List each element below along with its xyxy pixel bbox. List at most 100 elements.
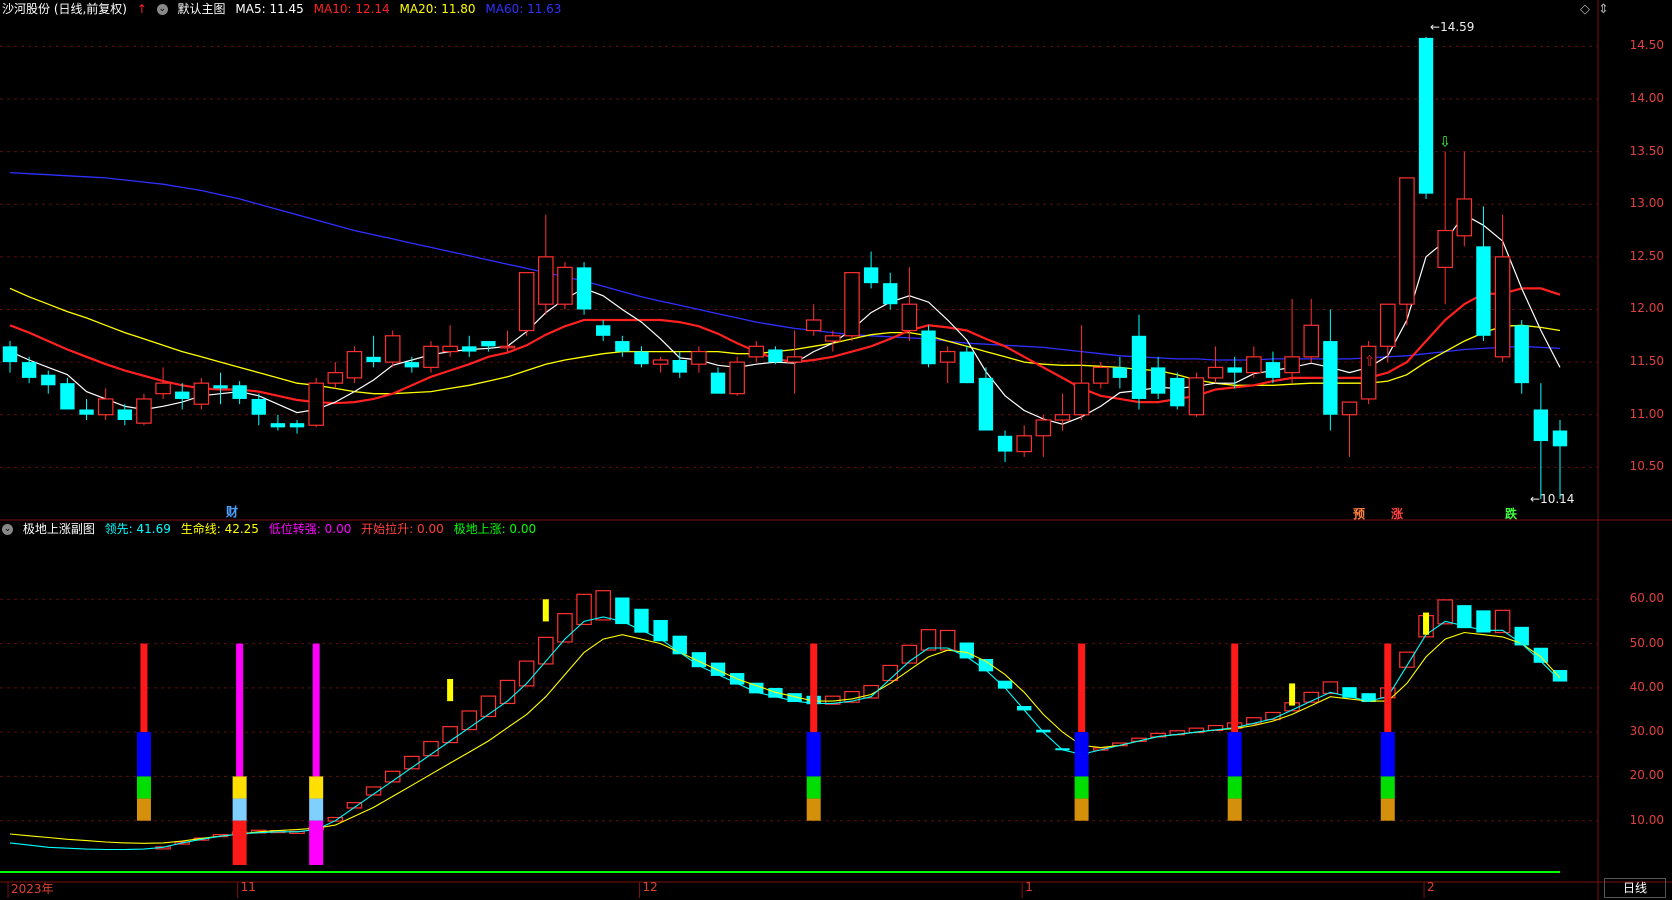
candle-body xyxy=(232,385,247,399)
signal-column xyxy=(140,643,148,733)
candle-body xyxy=(825,335,841,342)
candle-body xyxy=(97,398,114,416)
stock-title[interactable]: 沙河股份 (日线,前复权) xyxy=(2,2,127,16)
indicator-bar xyxy=(920,629,937,651)
indicator-bar xyxy=(423,740,439,757)
candle-body xyxy=(1207,366,1224,379)
candle-body xyxy=(404,362,420,368)
indicator-bar xyxy=(634,608,649,633)
signal-flag xyxy=(1289,683,1296,706)
rise-marker[interactable]: 涨 xyxy=(1391,505,1403,522)
candle-body xyxy=(41,374,56,386)
signal-column xyxy=(1074,798,1089,821)
candle-body xyxy=(327,372,344,384)
candle-body xyxy=(1265,362,1281,378)
signal-flag xyxy=(447,679,454,702)
indicator-bar xyxy=(672,635,687,655)
signal-column xyxy=(1380,776,1395,799)
candle-body xyxy=(346,350,363,379)
candle-body xyxy=(384,335,401,363)
life-value: 生命线: 42.25 xyxy=(180,522,259,536)
candle-body xyxy=(499,345,516,349)
candle-body xyxy=(366,356,381,363)
candle-body xyxy=(2,346,18,363)
candle-body xyxy=(1016,435,1032,453)
candle-body xyxy=(901,303,918,332)
ma20-value: MA20: 11.80 xyxy=(399,2,476,16)
price-tick: 13.50 xyxy=(1629,143,1664,158)
candle-body xyxy=(1552,430,1568,447)
candle-body xyxy=(1341,401,1358,416)
indicator-bar xyxy=(461,710,478,731)
signal-column xyxy=(309,776,324,799)
indicator-bar xyxy=(499,679,516,705)
indicator-bar xyxy=(518,660,535,687)
indicator-bar xyxy=(710,662,726,676)
chart-canvas[interactable]: ⇩⇧ xyxy=(0,0,1672,900)
signal-column xyxy=(1380,798,1395,821)
candle-body xyxy=(79,409,94,415)
candle-body xyxy=(672,360,687,373)
candle-body xyxy=(1323,341,1338,415)
candle-body xyxy=(959,351,974,384)
candle-body xyxy=(442,345,458,353)
candle-body xyxy=(1533,409,1549,442)
candle-body xyxy=(1476,246,1491,336)
signal-column xyxy=(806,798,821,821)
candle-body xyxy=(1514,325,1529,384)
signal-column xyxy=(236,643,244,777)
indicator-bar xyxy=(653,620,668,642)
price-tick: 11.50 xyxy=(1629,354,1664,369)
candle-body xyxy=(270,423,286,428)
candle-body xyxy=(1131,335,1147,399)
indicator-bar xyxy=(442,726,458,744)
chevron-down-icon[interactable]: ⌄ xyxy=(2,524,13,535)
indicator-tick: 40.00 xyxy=(1629,679,1664,694)
signal-column xyxy=(1074,732,1089,777)
date-tick: 2 xyxy=(1427,880,1435,894)
candle-body xyxy=(518,272,535,332)
signal-column xyxy=(136,798,151,821)
price-tick: 13.00 xyxy=(1629,196,1664,211)
period-button[interactable]: 日线 xyxy=(1604,878,1666,898)
signal-column xyxy=(1384,643,1392,733)
finance-marker[interactable]: 财 xyxy=(226,503,238,520)
candle-body xyxy=(481,341,496,347)
indicator-bar xyxy=(959,642,974,659)
candle-body xyxy=(213,385,228,389)
candle-body xyxy=(863,267,879,284)
date-tick: 1 xyxy=(1025,880,1033,894)
indicator-bar xyxy=(939,629,956,651)
candle-body xyxy=(978,377,994,431)
signal-column xyxy=(232,820,247,865)
forecast-marker[interactable]: 预 xyxy=(1353,505,1365,522)
fall-marker[interactable]: 跌 xyxy=(1505,505,1517,522)
signal-column xyxy=(1078,643,1086,733)
indicator-bar xyxy=(901,644,918,664)
signal-column xyxy=(136,776,151,799)
scroll-icon[interactable]: ⇕ xyxy=(1598,2,1609,17)
indicator-name[interactable]: 极地上涨副图 xyxy=(23,522,95,536)
date-tick: 12 xyxy=(642,880,658,894)
template-name[interactable]: 默认主图 xyxy=(178,2,226,16)
candle-body xyxy=(1380,303,1396,347)
signal-flag xyxy=(1423,612,1430,635)
price-tick: 11.00 xyxy=(1629,406,1664,421)
up-arrow-icon: ↑ xyxy=(136,2,147,16)
candle-body xyxy=(423,345,439,368)
diamond-icon[interactable]: ◇ xyxy=(1580,2,1590,17)
signal-column xyxy=(312,643,320,777)
candle-body xyxy=(805,319,822,332)
candle-body xyxy=(1150,367,1166,394)
chevron-down-icon[interactable]: ⌄ xyxy=(156,4,168,15)
sub-header: ⌄ 极地上涨副图 领先: 41.69 生命线: 42.25 低位转强: 0.00… xyxy=(2,521,542,537)
indicator-bar xyxy=(1437,599,1453,625)
ma60-line xyxy=(9,171,1561,361)
candle-body xyxy=(1092,366,1109,384)
indicator-tick: 20.00 xyxy=(1629,768,1664,783)
candle-body xyxy=(193,382,210,405)
candle-body xyxy=(462,346,477,352)
indicator-tick: 30.00 xyxy=(1629,724,1664,739)
signal-column xyxy=(1231,643,1239,733)
indicator-bar xyxy=(557,613,573,643)
